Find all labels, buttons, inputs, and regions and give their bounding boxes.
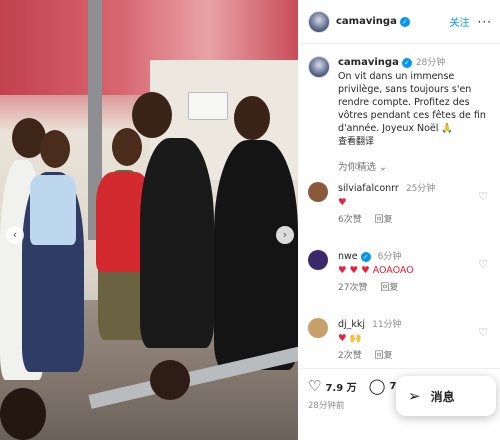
comment-likes[interactable]: 27次赞 xyxy=(338,283,367,293)
messages-button[interactable]: ➢ 消息 xyxy=(396,376,496,416)
header-username[interactable]: camavinga xyxy=(336,16,397,27)
caption-body: camavinga ✓ 28分钟 On vit dans un immense pr… xyxy=(338,56,490,149)
caption-avatar[interactable] xyxy=(308,56,330,78)
caption-text: On vit dans un immense privilège, sans t… xyxy=(338,71,486,134)
verified-icon: ✓ xyxy=(399,16,410,27)
photo-woman-head xyxy=(112,128,142,166)
next-photo-button[interactable]: › xyxy=(276,226,294,244)
photo-child-head xyxy=(150,360,190,400)
comment-list: silviafalconrr 25分钟 ♥ 6次赞 回复 ♡ nwe ✓ 6分钟 … xyxy=(298,176,500,380)
comment-like-heart-icon[interactable]: ♡ xyxy=(478,326,488,339)
caption-time: 28分钟 xyxy=(415,58,446,68)
post-header: camavinga ✓ 关注 ··· xyxy=(298,0,500,44)
comment-username[interactable]: nwe xyxy=(338,251,358,262)
comment-body: nwe ✓ 6分钟 ♥ ♥ ♥ AOAOAO 27次赞 回复 xyxy=(338,250,478,312)
comment-item: silviafalconrr 25分钟 ♥ 6次赞 回复 ♡ xyxy=(298,176,500,244)
comment-item: nwe ✓ 6分钟 ♥ ♥ ♥ AOAOAO 27次赞 回复 ♡ xyxy=(298,244,500,312)
comment-like-heart-icon[interactable]: ♡ xyxy=(478,190,488,203)
follow-button[interactable]: 关注 xyxy=(450,14,470,29)
comment-reply-button[interactable]: 回复 xyxy=(380,283,398,293)
comment-username[interactable]: silviafalconrr xyxy=(338,183,399,194)
caption-username[interactable]: camavinga xyxy=(338,57,399,68)
picked-for-you-dropdown[interactable]: 为你精选 ⌄ xyxy=(298,149,500,173)
messages-label: 消息 xyxy=(430,389,455,404)
verified-icon: ✓ xyxy=(401,57,412,68)
comment-time: 11分钟 xyxy=(372,320,402,330)
comment-reply-button[interactable]: 回复 xyxy=(375,215,393,225)
previous-photo-button[interactable]: ‹ xyxy=(6,226,24,244)
like-count[interactable]: 7.9 万 xyxy=(325,379,356,394)
comment-text: ♥ ♥ ♥ AOAOAO xyxy=(338,265,414,276)
more-options-icon[interactable]: ··· xyxy=(478,15,492,29)
comment-username[interactable]: dj_kkj xyxy=(338,319,365,330)
comment-meta: 2次赞 回复 xyxy=(338,349,478,363)
send-paper-plane-icon: ➢ xyxy=(408,387,421,405)
comment-likes[interactable]: 6次赞 xyxy=(338,215,362,225)
verified-icon: ✓ xyxy=(360,251,371,262)
comment-meta: 27次赞 回复 xyxy=(338,281,478,295)
comment-body: silviafalconrr 25分钟 ♥ 6次赞 回复 xyxy=(338,182,478,244)
see-translation-link[interactable]: 查看翻译 xyxy=(338,136,490,149)
comment-avatar[interactable] xyxy=(308,318,328,338)
photo-girl-shirt xyxy=(30,175,76,245)
comment-bubble-icon[interactable]: ◯ xyxy=(369,377,386,395)
photo-air-conditioner xyxy=(188,92,228,120)
comment-like-heart-icon[interactable]: ♡ xyxy=(478,258,488,271)
comment-meta: 6次赞 回复 xyxy=(338,213,478,227)
comment-time: 6分钟 xyxy=(377,252,402,262)
photo-suit-man-head xyxy=(234,96,270,140)
post-photo[interactable]: ‹ › xyxy=(0,0,298,440)
comment-text: ♥ xyxy=(338,197,347,208)
photo-child-head xyxy=(0,388,46,440)
comment-avatar[interactable] xyxy=(308,250,328,270)
photo-man-head xyxy=(132,92,172,138)
comment-reply-button[interactable]: 回复 xyxy=(375,351,393,361)
avatar[interactable] xyxy=(308,10,330,33)
photo-girl-head xyxy=(40,130,70,168)
photo-man-suit xyxy=(214,140,298,370)
photo-man-black-tshirt xyxy=(140,138,214,348)
like-heart-icon[interactable]: ♡ xyxy=(308,377,321,395)
comment-avatar[interactable] xyxy=(308,182,328,202)
comment-likes[interactable]: 2次赞 xyxy=(338,351,362,361)
post-caption: camavinga ✓ 28分钟 On vit dans un immense pr… xyxy=(298,44,500,149)
comment-time: 25分钟 xyxy=(405,184,436,194)
comment-text: ♥ 🙌 xyxy=(338,333,362,344)
